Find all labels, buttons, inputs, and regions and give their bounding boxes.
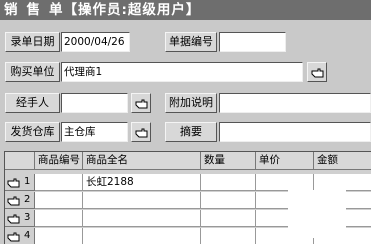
screen-glare	[288, 190, 346, 238]
hand-pointer-icon	[7, 178, 20, 188]
buyer-field[interactable]: 代理商1	[61, 62, 303, 82]
warehouse-label: 发货仓库	[5, 122, 60, 142]
hand-pointer-icon	[7, 214, 20, 224]
doc-no-field[interactable]	[219, 32, 286, 52]
title-part-1: 销	[4, 2, 19, 18]
cell-qty[interactable]	[201, 210, 256, 227]
handler-picker-button[interactable]	[131, 93, 151, 113]
col-header-price[interactable]: 单价	[256, 152, 314, 170]
col-header-code[interactable]: 商品编号	[35, 152, 83, 170]
cell-code[interactable]	[35, 228, 83, 244]
row-header[interactable]: 1	[5, 174, 35, 191]
cell-name[interactable]	[83, 192, 201, 209]
buyer-label: 购买单位	[5, 62, 60, 82]
cell-name[interactable]: 长虹2188	[83, 174, 201, 191]
cell-code[interactable]	[35, 174, 83, 191]
note-label: 附加说明	[165, 93, 217, 113]
hand-pointer-icon	[7, 232, 20, 242]
note-field[interactable]	[219, 93, 371, 113]
cell-code[interactable]	[35, 192, 83, 209]
col-header-amount[interactable]: 金额	[314, 152, 371, 170]
row-header[interactable]: 4	[5, 228, 35, 244]
row-number: 2	[24, 194, 31, 205]
cell-amount[interactable]	[314, 174, 371, 191]
row-number: 3	[24, 212, 31, 223]
entry-date-label: 录单日期	[5, 32, 60, 52]
handler-field[interactable]	[61, 93, 128, 113]
grid-corner	[5, 152, 35, 170]
cell-name[interactable]	[83, 228, 201, 244]
cell-qty[interactable]	[201, 228, 256, 244]
buyer-picker-button[interactable]	[307, 62, 327, 82]
cell-qty[interactable]	[201, 192, 256, 209]
doc-no-label: 单据编号	[165, 32, 217, 52]
title-part-3: 单【操作员:超级用户】	[49, 2, 201, 18]
col-header-name[interactable]: 商品全名	[83, 152, 201, 170]
row-header[interactable]: 2	[5, 192, 35, 209]
hand-pointer-icon	[311, 68, 324, 78]
col-header-qty[interactable]: 数量	[201, 152, 256, 170]
cell-price[interactable]	[256, 174, 314, 191]
cell-name[interactable]	[83, 210, 201, 227]
hand-pointer-icon	[135, 99, 148, 109]
hand-pointer-icon	[135, 128, 148, 138]
warehouse-picker-button[interactable]	[131, 122, 151, 142]
row-header[interactable]: 3	[5, 210, 35, 227]
window-title: 销售单【操作员:超级用户】	[0, 0, 371, 20]
row-number: 1	[24, 176, 31, 187]
entry-date-field[interactable]: 2000/04/26	[61, 32, 130, 52]
cell-code[interactable]	[35, 210, 83, 227]
row-number: 4	[24, 230, 31, 241]
handler-label: 经手人	[5, 93, 60, 113]
summary-field[interactable]	[219, 122, 371, 142]
hand-pointer-icon	[7, 196, 20, 206]
warehouse-field[interactable]: 主仓库	[61, 122, 128, 142]
title-part-2: 售	[26, 2, 41, 18]
cell-qty[interactable]	[201, 174, 256, 191]
summary-label: 摘要	[165, 122, 217, 142]
